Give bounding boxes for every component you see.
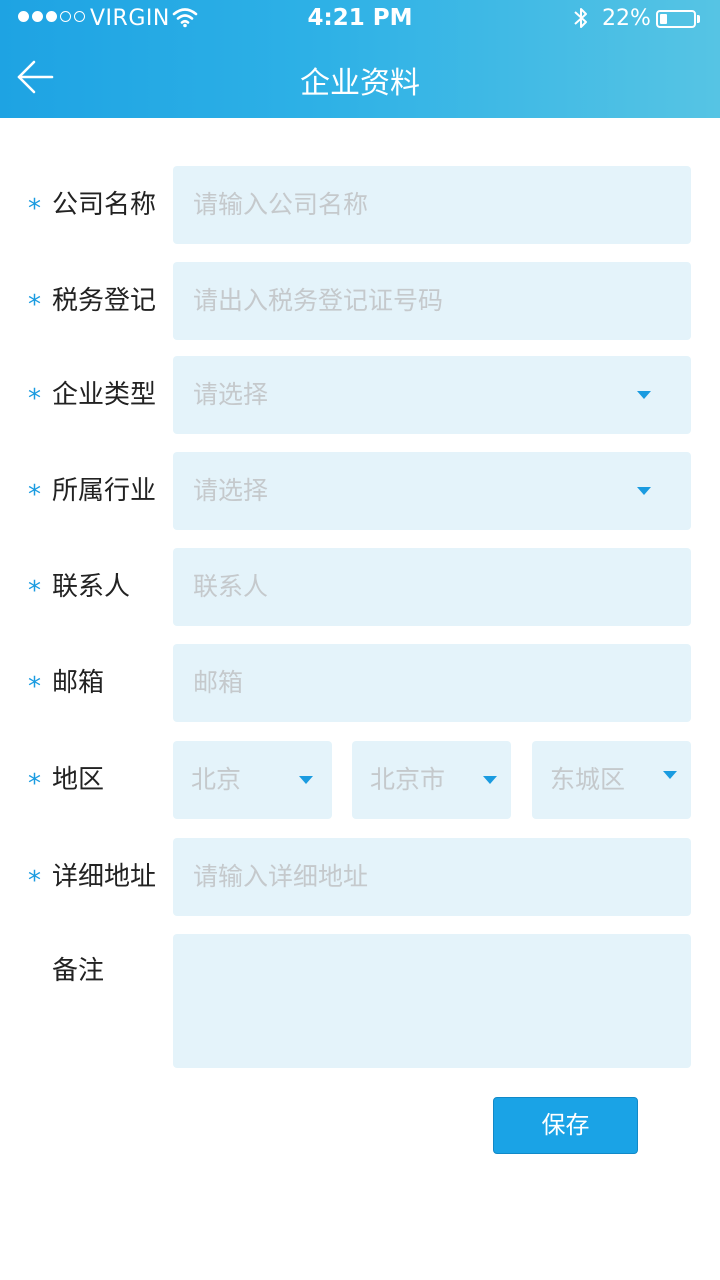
header-bar: VIRGIN 4:21 PM 22% 企业资料 (0, 0, 720, 118)
company-type-select[interactable]: 请选择 (173, 356, 691, 434)
company-type-label: 企业类型 (52, 380, 157, 410)
battery-level (660, 14, 667, 24)
email-placeholder: 邮箱 (193, 668, 244, 697)
contact-input[interactable]: 联系人 (173, 548, 691, 626)
required-mark: * (28, 576, 41, 606)
company-name-placeholder: 请输入公司名称 (193, 190, 369, 219)
page-title: 企业资料 (300, 66, 420, 101)
bluetooth-icon (574, 8, 587, 28)
email-row: * 邮箱 邮箱 (0, 644, 720, 722)
required-mark: * (28, 480, 41, 510)
region-row: * 地区 北京 北京市 东城区 (0, 741, 720, 819)
city-select[interactable]: 北京市 (352, 741, 511, 819)
email-input[interactable]: 邮箱 (173, 644, 691, 722)
city-value: 北京市 (370, 765, 446, 794)
contact-label: 联系人 (52, 572, 131, 602)
company-name-label: 公司名称 (52, 190, 157, 220)
remarks-row: 备注 (0, 934, 720, 1068)
address-placeholder: 请输入详细地址 (193, 862, 369, 891)
industry-label: 所属行业 (52, 476, 157, 506)
save-button[interactable]: 保存 (493, 1097, 638, 1154)
chevron-down-icon (637, 391, 651, 399)
chevron-down-icon (637, 487, 651, 495)
tax-registration-placeholder: 请出入税务登记证号码 (193, 286, 444, 315)
remarks-label: 备注 (52, 956, 105, 986)
required-mark: * (28, 866, 41, 896)
email-label: 邮箱 (52, 668, 105, 698)
remarks-textarea[interactable] (173, 934, 691, 1068)
company-type-row: * 企业类型 请选择 (0, 356, 720, 434)
chevron-down-icon (663, 771, 677, 779)
chevron-down-icon (299, 776, 313, 784)
tax-registration-input[interactable]: 请出入税务登记证号码 (173, 262, 691, 340)
company-name-input[interactable]: 请输入公司名称 (173, 166, 691, 244)
status-bar: VIRGIN 4:21 PM 22% (0, 0, 720, 38)
tax-registration-row: * 税务登记 请出入税务登记证号码 (0, 262, 720, 340)
address-input[interactable]: 请输入详细地址 (173, 838, 691, 916)
industry-value: 请选择 (193, 476, 269, 505)
required-mark: * (28, 384, 41, 414)
province-select[interactable]: 北京 (173, 741, 332, 819)
chevron-down-icon (483, 776, 497, 784)
company-name-row: * 公司名称 请输入公司名称 (0, 166, 720, 244)
address-row: * 详细地址 请输入详细地址 (0, 838, 720, 916)
contact-row: * 联系人 联系人 (0, 548, 720, 626)
district-select[interactable]: 东城区 (532, 741, 691, 819)
tax-registration-label: 税务登记 (52, 286, 157, 316)
contact-placeholder: 联系人 (193, 572, 269, 601)
required-mark: * (28, 769, 41, 799)
region-label: 地区 (52, 765, 105, 795)
battery-tip (697, 15, 700, 23)
company-type-value: 请选择 (193, 380, 269, 409)
district-value: 东城区 (550, 765, 626, 794)
battery-percentage: 22% (602, 6, 651, 31)
industry-select[interactable]: 请选择 (173, 452, 691, 530)
required-mark: * (28, 672, 41, 702)
battery-icon (656, 10, 696, 28)
required-mark: * (28, 194, 41, 224)
industry-row: * 所属行业 请选择 (0, 452, 720, 530)
required-mark: * (28, 290, 41, 320)
province-value: 北京 (191, 765, 242, 794)
address-label: 详细地址 (52, 862, 157, 892)
